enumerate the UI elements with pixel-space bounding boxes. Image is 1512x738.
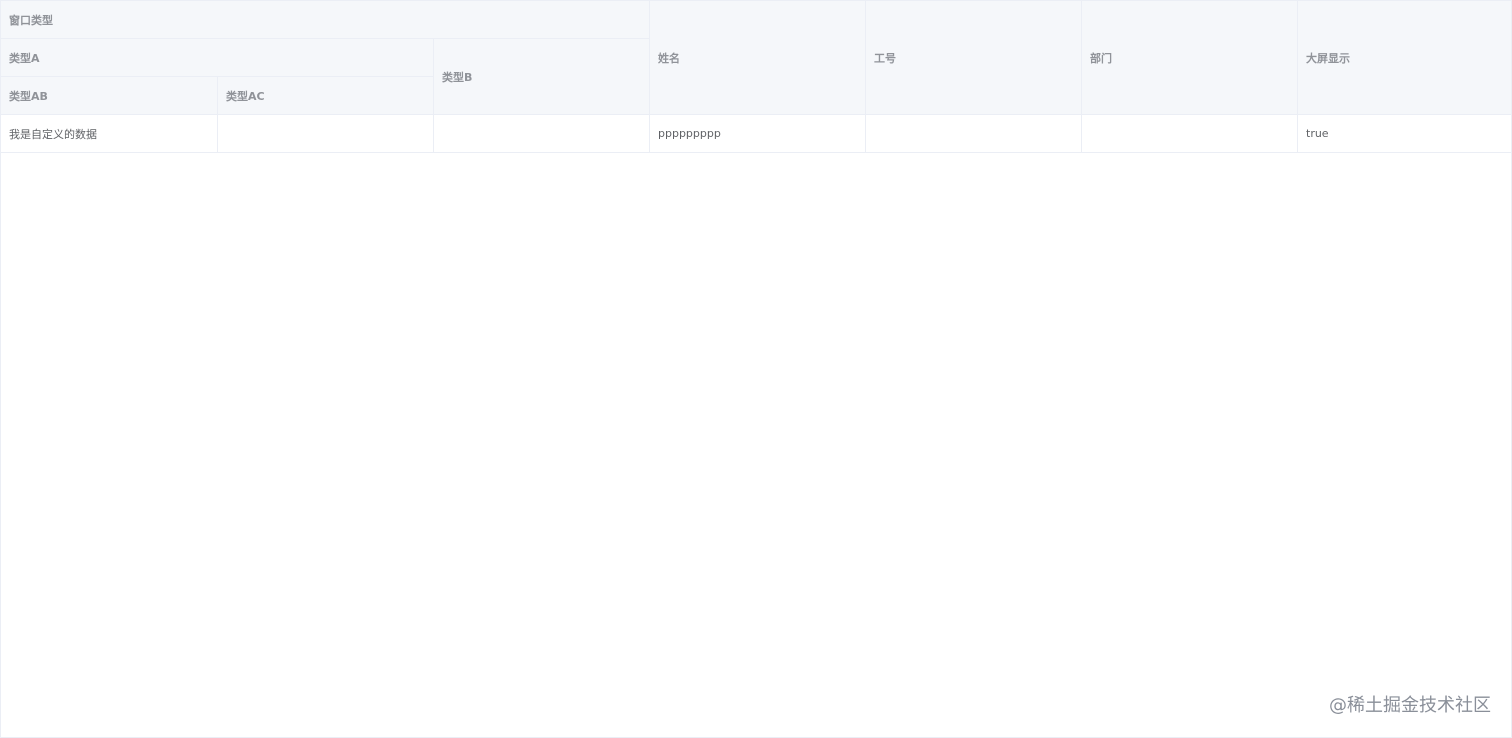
header-employee-id[interactable]: 工号 xyxy=(866,1,1082,114)
header-type-b[interactable]: 类型B xyxy=(434,39,650,114)
table-header: 窗口类型 类型A 类型AB 类型AC 类型B 姓名 工号 部门 大屏显示 xyxy=(1,1,1511,115)
header-name[interactable]: 姓名 xyxy=(650,1,866,114)
header-window-type[interactable]: 窗口类型 xyxy=(1,1,650,39)
cell-type-ab-text: 我是自定义的数据 xyxy=(9,127,97,141)
header-type-a[interactable]: 类型A xyxy=(1,39,434,77)
cell-big-screen-text: true xyxy=(1306,127,1329,140)
header-big-screen[interactable]: 大屏显示 xyxy=(1298,1,1511,114)
header-department-label: 部门 xyxy=(1090,51,1112,65)
header-big-screen-label: 大屏显示 xyxy=(1306,51,1350,65)
watermark: @稀土掘金技术社区 xyxy=(1329,695,1491,716)
data-table: 窗口类型 类型A 类型AB 类型AC 类型B 姓名 工号 部门 大屏显示 我是自… xyxy=(0,0,1512,738)
header-type-ab[interactable]: 类型AB xyxy=(1,77,218,114)
header-type-ac[interactable]: 类型AC xyxy=(218,77,434,114)
cell-type-b xyxy=(434,115,650,152)
cell-big-screen: true xyxy=(1298,115,1511,152)
cell-name-text: ppppppppp xyxy=(658,127,721,140)
header-employee-id-label: 工号 xyxy=(874,51,896,65)
cell-name: ppppppppp xyxy=(650,115,866,152)
header-name-label: 姓名 xyxy=(658,51,680,65)
table-row[interactable]: 我是自定义的数据 ppppppppp true xyxy=(1,115,1511,153)
cell-department xyxy=(1082,115,1298,152)
cell-employee-id xyxy=(866,115,1082,152)
header-department[interactable]: 部门 xyxy=(1082,1,1298,114)
header-type-b-label: 类型B xyxy=(442,70,473,84)
header-type-ac-label: 类型AC xyxy=(226,89,265,103)
header-window-type-label: 窗口类型 xyxy=(9,13,53,27)
header-type-a-label: 类型A xyxy=(9,51,40,65)
cell-type-ac xyxy=(218,115,434,152)
header-type-ab-label: 类型AB xyxy=(9,89,48,103)
cell-type-ab: 我是自定义的数据 xyxy=(1,115,218,152)
